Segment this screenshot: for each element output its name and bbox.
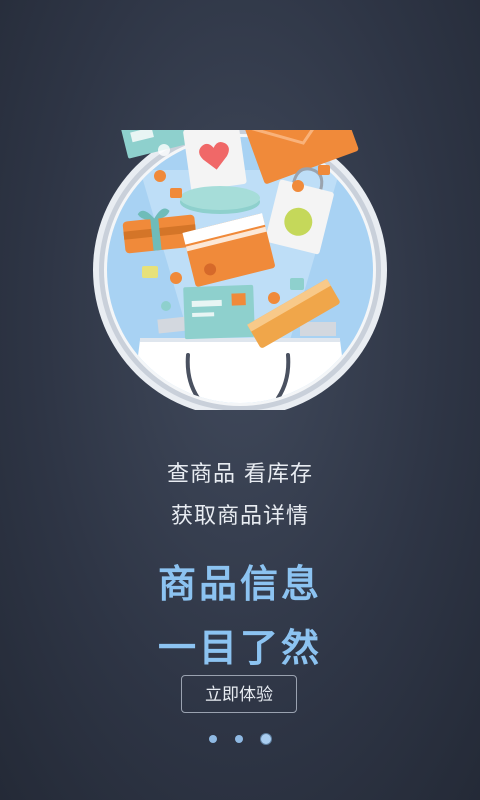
intro-line-2: 获取商品详情 [170, 504, 309, 529]
page-dot-1[interactable] [209, 735, 217, 743]
headline-1: 商品信息 [157, 562, 322, 606]
intro-line-1: 查商品 看库存 [167, 462, 313, 487]
shopping-goods-illustration [93, 130, 387, 410]
hero-illustration [80, 130, 400, 410]
page-dot-3-active[interactable] [261, 734, 271, 744]
headline-2: 一目了然 [157, 626, 322, 670]
page-indicator [0, 734, 480, 744]
page-dot-2[interactable] [235, 735, 243, 743]
try-now-button[interactable]: 立即体验 [181, 675, 297, 713]
